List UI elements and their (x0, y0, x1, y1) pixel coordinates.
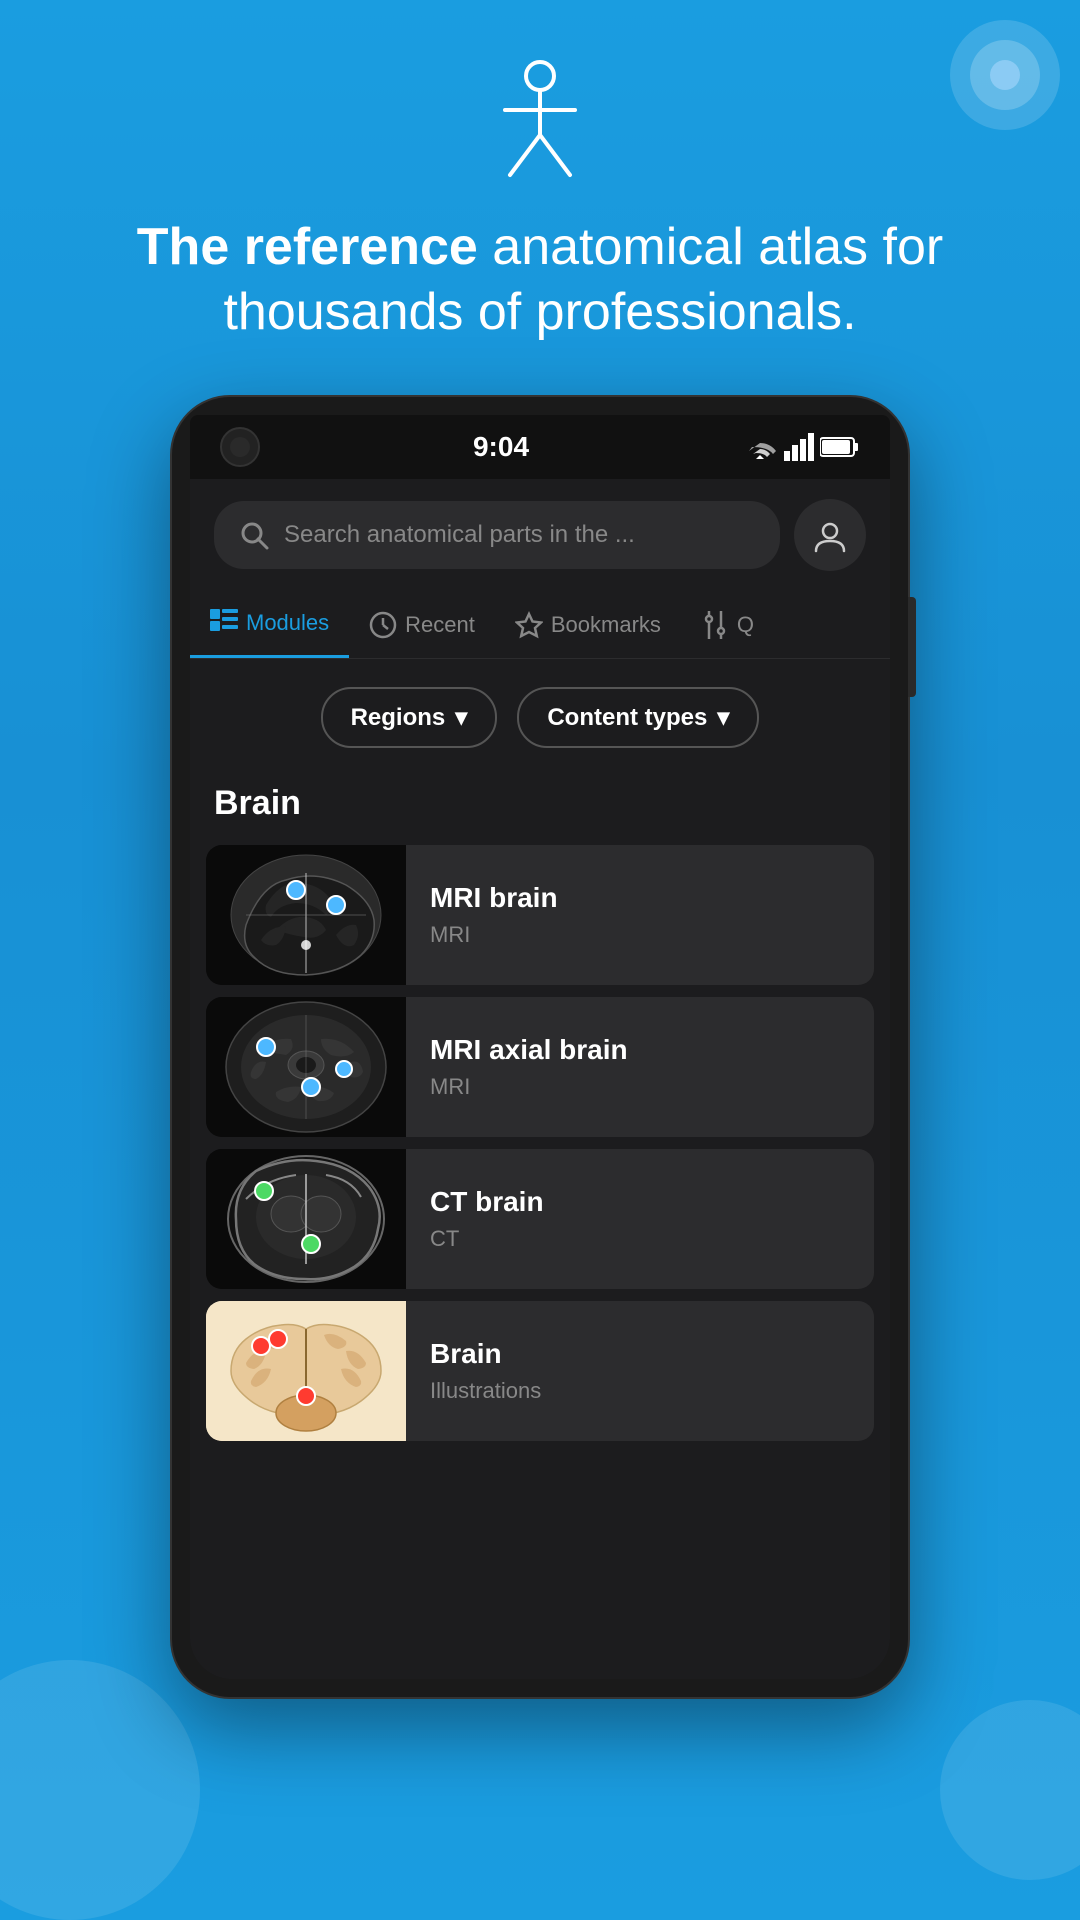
module-name-ct-brain: CT brain (430, 1186, 850, 1218)
tab-recent-label: Recent (405, 612, 475, 638)
tab-search-label: Q (737, 612, 754, 638)
battery-icon (820, 435, 860, 459)
tab-recent[interactable]: Recent (349, 591, 495, 658)
profile-button[interactable] (794, 499, 866, 571)
wifi-icon (742, 433, 778, 461)
module-item-mri-brain[interactable]: MRI brain MRI (206, 845, 874, 985)
search-icon (238, 519, 270, 551)
phone-side-button (908, 597, 916, 697)
content-types-label: Content types (547, 704, 707, 732)
deco-circle-inner (970, 40, 1040, 110)
filter-search-icon (701, 611, 729, 639)
regions-chevron: ▾ (455, 703, 467, 732)
star-icon (515, 611, 543, 639)
search-placeholder: Search anatomical parts in the ... (284, 521, 635, 549)
filter-row: Regions ▾ Content types ▾ (190, 659, 890, 768)
tab-bookmarks[interactable]: Bookmarks (495, 591, 681, 658)
signal-icon (784, 433, 814, 461)
module-info-ct-brain: CT brain CT (406, 1149, 874, 1289)
content-types-filter-button[interactable]: Content types ▾ (517, 687, 759, 748)
tab-modules-label: Modules (246, 610, 329, 636)
deco-circle-dot (990, 60, 1020, 90)
module-name-mri-axial: MRI axial brain (430, 1034, 850, 1066)
hero-section: The reference anatomical atlas for thous… (0, 0, 1080, 395)
module-item-ct-brain[interactable]: CT brain CT (206, 1149, 874, 1289)
module-name-brain-illustration: Brain (430, 1338, 850, 1370)
deco-circle-bottom-left (0, 1660, 200, 1920)
section-title: Brain (214, 784, 866, 823)
module-info-mri-axial: MRI axial brain MRI (406, 997, 874, 1137)
app-background: The reference anatomical atlas for thous… (0, 0, 1080, 1920)
app-content: Search anatomical parts in the ... (190, 479, 890, 1679)
module-item-brain-illustration[interactable]: Brain Illustrations (206, 1301, 874, 1441)
status-icons (742, 433, 860, 461)
module-type-mri-brain: MRI (430, 922, 850, 948)
regions-filter-button[interactable]: Regions ▾ (321, 687, 498, 748)
deco-circle-top-right (950, 20, 1060, 130)
module-item-mri-axial[interactable]: MRI axial brain MRI (206, 997, 874, 1137)
search-bar-container: Search anatomical parts in the ... (190, 479, 890, 591)
phone-time: 9:04 (473, 431, 529, 463)
module-type-brain-illustration: Illustrations (430, 1378, 850, 1404)
module-type-ct-brain: CT (430, 1226, 850, 1252)
status-bar: 9:04 (190, 415, 890, 479)
tab-modules[interactable]: Modules (190, 591, 349, 658)
phone-mockup: 9:04 (170, 395, 910, 1699)
module-info-brain-illustration: Brain Illustrations (406, 1301, 874, 1441)
module-name-mri-brain: MRI brain (430, 882, 850, 914)
module-thumbnail-mri-axial (206, 997, 406, 1137)
clock-icon (369, 611, 397, 639)
hero-title: The reference anatomical atlas for thous… (0, 215, 1080, 345)
modules-icon (210, 609, 238, 637)
user-icon (812, 517, 848, 553)
content-types-chevron: ▾ (717, 703, 729, 732)
phone-camera (220, 427, 260, 467)
deco-circle-bottom-right (940, 1700, 1080, 1880)
regions-label: Regions (351, 704, 446, 732)
camera-inner (230, 437, 250, 457)
module-thumbnail-mri-brain (206, 845, 406, 985)
tab-filter-search[interactable]: Q (681, 591, 774, 658)
module-type-mri-axial: MRI (430, 1074, 850, 1100)
module-list: MRI brain MRI (190, 837, 890, 1449)
section-header: Brain (190, 768, 890, 837)
module-thumbnail-brain-illustration (206, 1301, 406, 1441)
human-figure-icon (495, 60, 585, 185)
module-info-mri-brain: MRI brain MRI (406, 845, 874, 985)
search-bar[interactable]: Search anatomical parts in the ... (214, 501, 780, 569)
tab-bookmarks-label: Bookmarks (551, 612, 661, 638)
nav-tabs: Modules Recent Bookmarks (190, 591, 890, 659)
module-thumbnail-ct-brain (206, 1149, 406, 1289)
